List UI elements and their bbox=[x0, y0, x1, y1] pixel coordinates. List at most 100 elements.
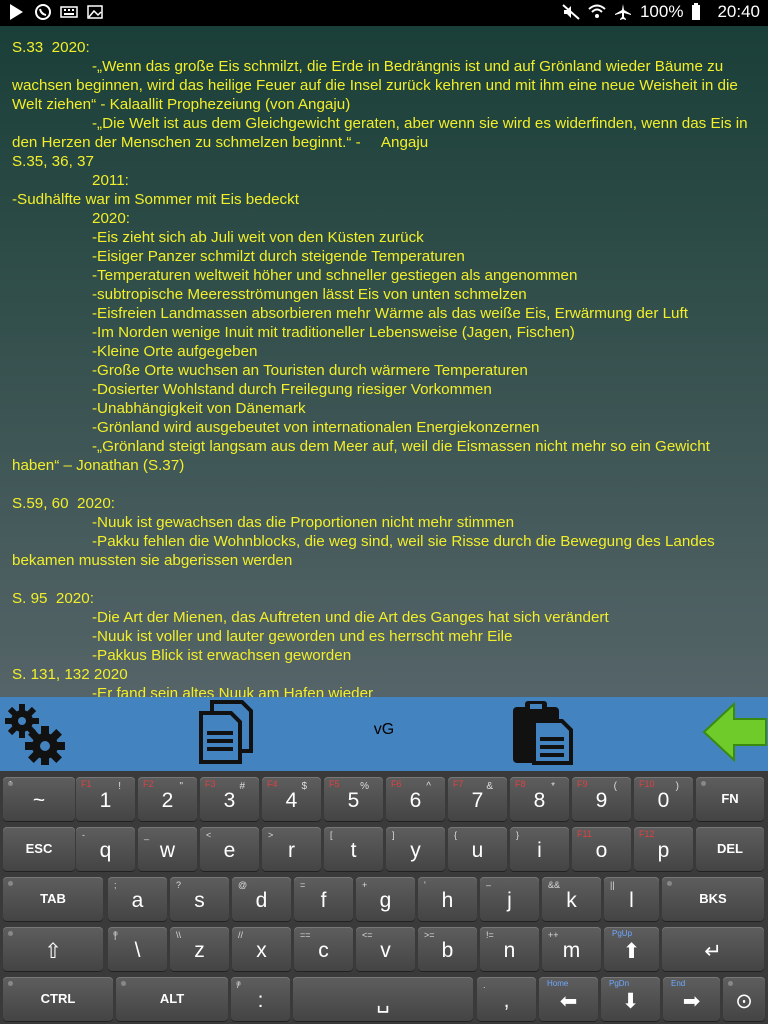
key-7[interactable]: F7 & 7 bbox=[448, 777, 507, 821]
key-settings[interactable]: ⊙ bbox=[723, 977, 765, 1021]
key-w[interactable]: _ w bbox=[138, 827, 197, 871]
key-main-label: 7 bbox=[471, 789, 484, 812]
key-e[interactable]: < e bbox=[200, 827, 259, 871]
document-line: 2011: bbox=[92, 172, 129, 189]
key-del[interactable]: DEL bbox=[696, 827, 764, 871]
key-g[interactable]: + g bbox=[356, 877, 415, 921]
key-i[interactable]: } i bbox=[510, 827, 569, 871]
document-line: -„Wenn das große Eis schmilzt, die Erde … bbox=[12, 58, 743, 113]
key-esc[interactable]: ESC bbox=[3, 827, 75, 871]
key-main-label: x bbox=[256, 939, 267, 962]
key-tab[interactable]: TAB bbox=[3, 877, 103, 921]
key-x[interactable]: //x bbox=[232, 927, 291, 971]
key-main-label: 8 bbox=[533, 789, 546, 812]
key-0[interactable]: F10) 0 bbox=[634, 777, 693, 821]
key-main-label: v bbox=[380, 939, 391, 962]
key-main-label: f bbox=[320, 889, 327, 912]
key-4[interactable]: F4 $4 bbox=[262, 777, 321, 821]
key-main-label: BKS bbox=[699, 891, 727, 906]
key-fn-label: F6 bbox=[391, 779, 402, 789]
key-y[interactable]: ] y bbox=[386, 827, 445, 871]
status-bar: 100% 20:40 bbox=[0, 0, 768, 26]
key-1[interactable]: F1! 1 bbox=[76, 777, 135, 821]
key-main-label: u bbox=[471, 839, 484, 862]
key-v[interactable]: <= v bbox=[356, 927, 415, 971]
paste-button[interactable] bbox=[510, 699, 574, 770]
key-fn-label: F10 bbox=[639, 779, 655, 789]
key-b[interactable]: >= b bbox=[418, 927, 477, 971]
key-3[interactable]: F3 #3 bbox=[200, 777, 259, 821]
key-ctrl[interactable]: CTRL bbox=[3, 977, 113, 1021]
key-fn-label: F2 bbox=[143, 779, 154, 789]
key-pgup[interactable]: PgUp ⬆ bbox=[604, 927, 659, 971]
key-space[interactable]: ␣ bbox=[293, 977, 473, 1021]
key-main-label: g bbox=[379, 889, 392, 912]
key-enter[interactable]: ↵ bbox=[662, 927, 764, 971]
document-line: -Eis zieht sich ab Juli weit von den Küs… bbox=[92, 229, 424, 246]
key-fn-label: F4 bbox=[267, 779, 278, 789]
key-k[interactable]: && k bbox=[542, 877, 601, 921]
key-comma[interactable]: ., bbox=[477, 977, 536, 1021]
key-tilde[interactable]: ` ~ bbox=[3, 777, 75, 821]
document-text-area[interactable]: S.33 2020: -„Wenn das große Eis schmilzt,… bbox=[0, 26, 768, 697]
key-main-label: j bbox=[507, 889, 512, 912]
key-alt[interactable]: ALT bbox=[116, 977, 228, 1021]
document-line: -Kleine Orte aufgegeben bbox=[92, 343, 258, 360]
key-indicator-dot bbox=[8, 931, 13, 936]
key-colon[interactable]: /: bbox=[231, 977, 290, 1021]
key-a[interactable]: ; a bbox=[108, 877, 167, 921]
key-fn[interactable]: FN bbox=[696, 777, 764, 821]
key-f[interactable]: = f bbox=[294, 877, 353, 921]
document-line: S.35, 36, 37 bbox=[12, 153, 94, 170]
key-5[interactable]: F5% 5 bbox=[324, 777, 383, 821]
key-2[interactable]: F2 " 2 bbox=[138, 777, 197, 821]
key-6[interactable]: F6 ^ 6 bbox=[386, 777, 445, 821]
key-z[interactable]: \\ z bbox=[170, 927, 229, 971]
key-9[interactable]: F9(9 bbox=[572, 777, 631, 821]
key-r[interactable]: > r bbox=[262, 827, 321, 871]
key-main-label: a bbox=[131, 889, 144, 912]
copy-button[interactable] bbox=[198, 699, 254, 767]
key-u[interactable]: {u bbox=[448, 827, 507, 871]
key-q[interactable]: -q bbox=[76, 827, 135, 871]
key-backslash[interactable]: | \ bbox=[108, 927, 167, 971]
key-s[interactable]: ? s bbox=[170, 877, 229, 921]
key-m[interactable]: ++ m bbox=[542, 927, 601, 971]
key-main-label: 0 bbox=[657, 789, 670, 812]
key-j[interactable]: – j bbox=[480, 877, 539, 921]
key-indicator-dot bbox=[8, 881, 13, 886]
key-main-label: s bbox=[194, 889, 205, 912]
key-fn-label: F1 bbox=[81, 779, 92, 789]
document-line: -Die Art der Mienen, das Auftreten und d… bbox=[92, 609, 609, 626]
key-shift[interactable]: ⇧ bbox=[3, 927, 103, 971]
key-main-label: p bbox=[657, 839, 670, 862]
key-o[interactable]: F11 o bbox=[572, 827, 631, 871]
key-bks[interactable]: BKS bbox=[662, 877, 764, 921]
key-8[interactable]: F8 * 8 bbox=[510, 777, 569, 821]
on-screen-keyboard: ` ~ F1! 1 F2 " 2 F3 #3 F4 $4 F5% 5 F6 ^ 6 F7 & 7 F8 * 8 F9(9 F1… bbox=[0, 771, 768, 1024]
document-line: -Pakku fehlen die Wohnblocks, die weg si… bbox=[12, 533, 720, 569]
key-main-label: ↵ bbox=[704, 940, 722, 963]
key-main-label: z bbox=[194, 939, 205, 962]
settings-button[interactable] bbox=[2, 703, 66, 767]
key-p[interactable]: F12 p bbox=[634, 827, 693, 871]
key-n[interactable]: != n bbox=[480, 927, 539, 971]
document-line: S.33 2020: bbox=[12, 39, 90, 56]
key-fn-label: F3 bbox=[205, 779, 216, 789]
key-left[interactable]: Home ⬅ bbox=[539, 977, 598, 1021]
play-icon bbox=[8, 3, 26, 21]
key-h[interactable]: ' h bbox=[418, 877, 477, 921]
image-icon bbox=[86, 3, 104, 21]
key-down[interactable]: PgDn ⬇ bbox=[601, 977, 660, 1021]
key-d[interactable]: @ d bbox=[232, 877, 291, 921]
key-c[interactable]: == c bbox=[294, 927, 353, 971]
keyboard-icon bbox=[60, 3, 78, 21]
key-t[interactable]: [t bbox=[324, 827, 383, 871]
key-l[interactable]: || l bbox=[604, 877, 659, 921]
clipboard-icon bbox=[510, 699, 574, 770]
back-button[interactable] bbox=[700, 701, 768, 768]
arrow-left-icon bbox=[700, 701, 768, 768]
key-right[interactable]: End ➡ bbox=[663, 977, 720, 1021]
